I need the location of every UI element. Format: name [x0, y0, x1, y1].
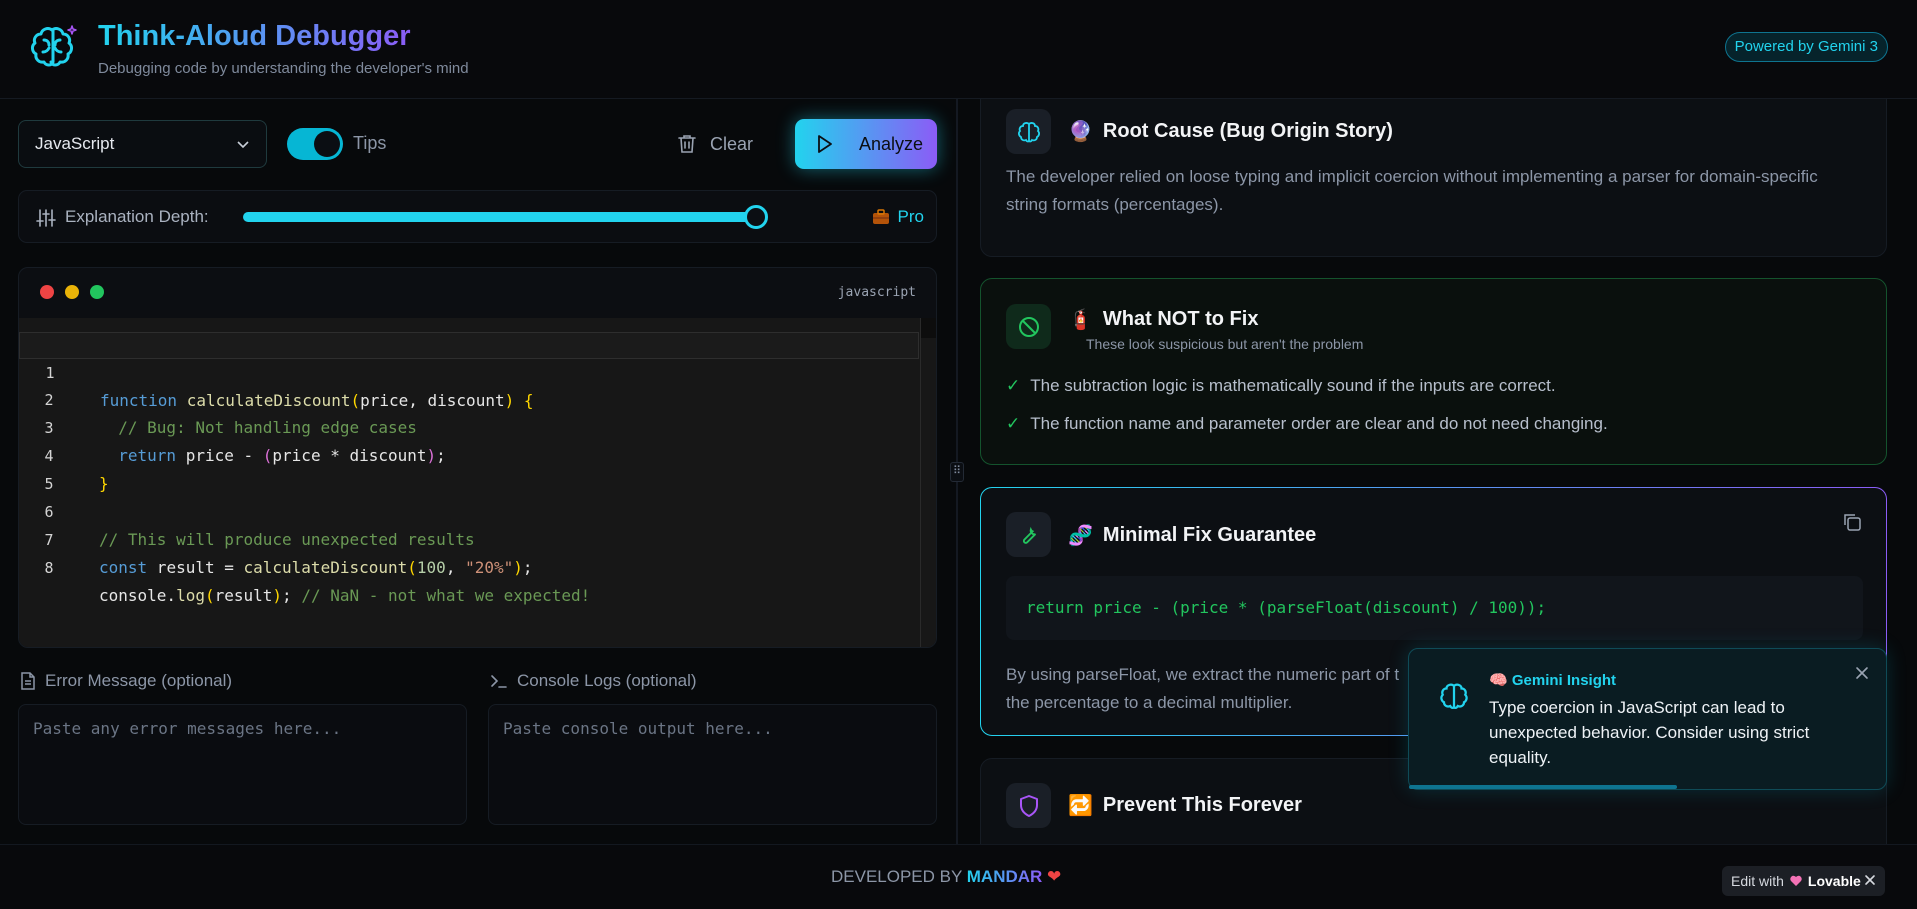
tips-label: Tips [353, 133, 387, 153]
code-line: 4 } [19, 416, 919, 493]
code-editor: javascript 1 function calculateDiscount(… [18, 267, 937, 648]
root-cause-text-1: The developer relied on loose typing and… [1006, 167, 1818, 186]
minimal-fix-title: 🧬 Minimal Fix Guarantee [1068, 524, 1317, 547]
console-logs-input[interactable]: Paste console output here... [488, 704, 937, 825]
language-select[interactable]: JavaScript [18, 120, 267, 168]
app-subtitle: Debugging code by understanding the deve… [98, 60, 469, 77]
close-icon[interactable] [1863, 873, 1877, 887]
depth-level-label: Pro [897, 207, 924, 226]
prevent-title: 🔁 Prevent This Forever [1068, 794, 1302, 817]
toast-title: 🧠 Gemini Insight [1489, 672, 1617, 689]
minimal-fix-text-2: the percentage to a decimal multiplier. [1006, 693, 1293, 712]
trash-icon [678, 135, 696, 153]
code-line: 8 console.log(result); // NaN - not what… [19, 528, 919, 605]
play-icon [818, 135, 832, 153]
gemini-insight-toast: 🧠 Gemini Insight Type coercion in JavaSc… [1408, 648, 1887, 790]
toast-message: Type coercion in JavaScript can lead to … [1489, 698, 1810, 767]
toast-progress-bar [1409, 785, 1678, 789]
footer: DEVELOPED BY MANDAR ❤ [0, 844, 1917, 909]
app-root: Think-Aloud Debugger Debugging code by u… [0, 0, 1917, 909]
error-message-input[interactable]: Paste any error messages here... [18, 704, 467, 825]
clear-button-label: Clear [710, 133, 754, 154]
file-text-icon [21, 672, 35, 690]
ban-icon [1006, 304, 1051, 349]
edit-with-lovable-badge[interactable]: Edit with Lovable [1722, 866, 1885, 896]
shield-icon [1006, 783, 1051, 828]
editor-language-tag: javascript [837, 285, 916, 300]
fix-code: return price - (price * (parseFloat(disc… [1006, 576, 1863, 640]
what-not-to-fix-title: 🧯 What NOT to Fix [1068, 308, 1259, 331]
editor-titlebar: javascript [19, 268, 936, 318]
toggle-knob [314, 131, 340, 157]
tips-toggle[interactable] [287, 128, 343, 160]
depth-slider-handle[interactable] [744, 205, 768, 229]
brain-icon [1440, 683, 1468, 709]
root-cause-text-2: string formats (percentages). [1006, 195, 1224, 214]
code-line: 3 return price - (price * discount); [19, 388, 919, 465]
lovable-heart-icon [1790, 875, 1802, 886]
header: Think-Aloud Debugger Debugging code by u… [0, 0, 1917, 99]
console-logs-label: Console Logs (optional) [490, 671, 697, 691]
window-dot-yellow [65, 285, 79, 299]
depth-level: Pro [872, 207, 924, 227]
code-line: 2 // Bug: Not handling edge cases [19, 360, 919, 437]
analyze-button-label: Analyze [859, 133, 924, 154]
line-number: 8 [44, 559, 54, 577]
code-line: 7 const result = calculateDiscount(100, … [19, 500, 919, 577]
sliders-icon [36, 209, 56, 227]
depth-slider-track[interactable] [243, 212, 757, 222]
app-title: Think-Aloud Debugger [98, 20, 411, 52]
clear-button[interactable]: Clear [674, 121, 774, 167]
explanation-depth-bar: Explanation Depth: Pro [18, 190, 937, 243]
window-dot-green [90, 285, 104, 299]
code-line: 5 [19, 444, 919, 493]
root-cause-title: 🔮 Root Cause (Bug Origin Story) [1068, 120, 1393, 143]
depth-label: Explanation Depth: [65, 207, 209, 226]
editor-scrollbar[interactable] [920, 318, 936, 647]
error-message-label: Error Message (optional) [20, 671, 232, 691]
chevron-down-icon [237, 141, 249, 149]
terminal-icon [491, 675, 507, 688]
language-select-value: JavaScript [35, 134, 115, 153]
check-icon: ✓ [1006, 376, 1021, 395]
briefcase-icon [872, 209, 889, 224]
code-line: 6 // This will produce unexpected result… [19, 472, 919, 549]
brain-logo-icon [31, 25, 77, 67]
code-area[interactable]: 1 function calculateDiscount(price, disc… [19, 318, 936, 647]
copy-icon[interactable] [1842, 512, 1862, 532]
brain-icon [1006, 109, 1051, 154]
check-icon: ✓ [1006, 414, 1021, 433]
not-fix-item: ✓ The subtraction logic is mathematically… [1006, 376, 1556, 395]
root-cause-card: 🔮 Root Cause (Bug Origin Story) The devel… [980, 99, 1887, 257]
developer-name: MANDAR [966, 867, 1043, 886]
heart-icon: ❤ [1047, 867, 1062, 886]
wrench-icon [1006, 512, 1051, 557]
close-icon[interactable] [1854, 665, 1870, 681]
minimal-fix-text-1: By using parseFloat, we extract the nume… [1006, 665, 1400, 684]
developer-credit: DEVELOPED BY MANDAR ❤ [831, 867, 1062, 886]
code-line: 1 function calculateDiscount(price, disc… [19, 332, 919, 410]
window-dot-red [40, 285, 54, 299]
powered-by-badge: Powered by Gemini 3 [1724, 32, 1888, 62]
analyze-button[interactable]: Analyze [795, 119, 937, 169]
what-not-to-fix-card: 🧯 What NOT to Fix These look suspicious b… [980, 278, 1887, 465]
what-not-to-fix-subtitle: These look suspicious but aren't the pro… [1086, 336, 1364, 352]
not-fix-item: ✓ The function name and parameter order a… [1006, 414, 1608, 433]
